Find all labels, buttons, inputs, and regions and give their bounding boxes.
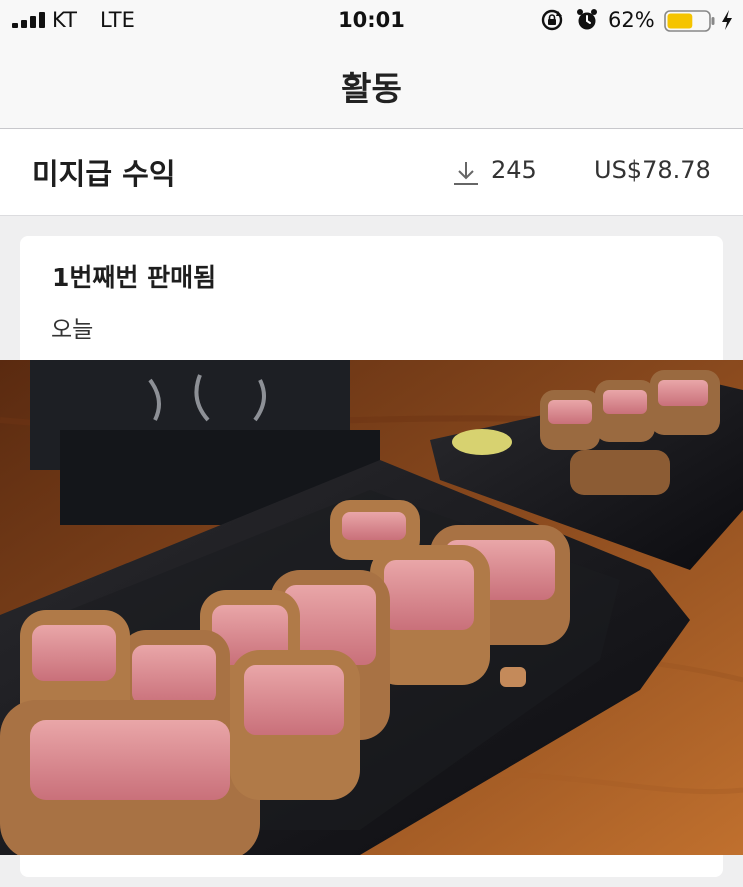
download-icon [454, 162, 478, 185]
unpaid-earnings-amount: US$78.78 [594, 156, 711, 184]
navigation-bar: 활동 [0, 42, 743, 129]
sale-date: 오늘 [51, 317, 94, 343]
food-photo-illustration [0, 360, 743, 855]
sale-card[interactable]: 1번째번 판매됨 오늘 [20, 236, 723, 376]
sold-photo[interactable] [0, 360, 743, 855]
rotation-lock-icon [541, 9, 563, 31]
alarm-icon [577, 9, 597, 30]
sale-title: 1번째번 판매됨 [52, 263, 217, 292]
page-title: 활동 [341, 69, 402, 108]
status-bar: KT LTE 10:01 62% [0, 0, 743, 42]
unpaid-earnings-row[interactable]: 미지급 수익 245 US$78.78 [0, 129, 743, 216]
battery-percent: 62% [608, 8, 655, 32]
unpaid-earnings-label: 미지급 수익 [32, 157, 176, 191]
sale-card-bottom [20, 855, 723, 877]
download-count: 245 [491, 156, 537, 184]
battery-icon [664, 10, 715, 32]
charging-icon [722, 10, 732, 30]
